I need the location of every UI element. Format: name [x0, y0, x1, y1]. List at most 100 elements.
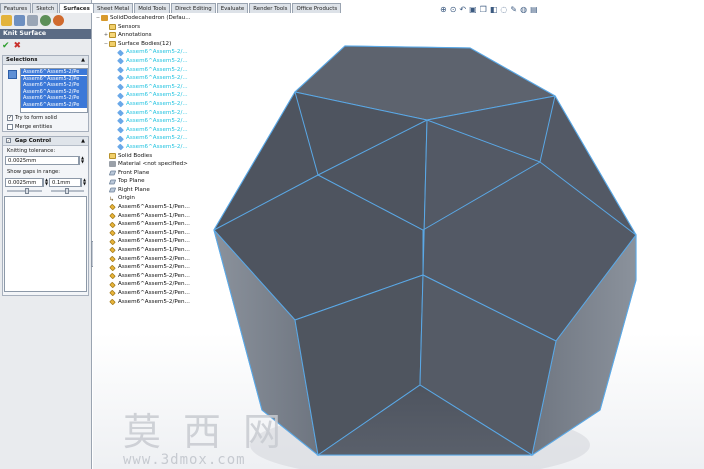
surface-body-icon	[117, 109, 124, 117]
property-manager-panel: Features Sketch Surfaces Knit Surface ✔ ✖ …	[0, 0, 95, 469]
tree-item[interactable]: − Surface Bodies(12)	[95, 40, 215, 49]
tree-item[interactable]: Top Plane	[95, 177, 215, 186]
collapse-icon[interactable]: ▲	[81, 56, 85, 65]
knitting-tolerance-input[interactable]: 0.0025mm	[5, 156, 79, 165]
tree-item[interactable]: ↳ Origin	[95, 194, 215, 203]
configuration-manager-icon[interactable]	[27, 15, 38, 26]
annotations-icon	[109, 32, 116, 39]
tree-item[interactable]: Assem6^Assem5-2/...	[95, 134, 215, 143]
imported-feature-icon	[109, 255, 116, 263]
section-view-icon[interactable]: ▣	[469, 4, 477, 15]
tree-item[interactable]: Assem6^Assem5-1/Pen...	[95, 246, 215, 255]
tab-features[interactable]: Features	[0, 3, 32, 13]
gap-min-slider-thumb[interactable]	[25, 188, 29, 194]
ok-button[interactable]: ✔	[2, 41, 10, 51]
tree-item[interactable]: Assem6^Assem5-2/...	[95, 126, 215, 135]
tree-item[interactable]: Assem6^Assem5-1/Pen...	[95, 212, 215, 221]
gap-control-header[interactable]: ✓ Gap Control ▲	[3, 137, 88, 146]
tree-item[interactable]: Sensors	[95, 23, 215, 32]
gap-max-spinner[interactable]: ▲ ▼	[81, 178, 87, 187]
scene-icon[interactable]: ◍	[520, 4, 527, 15]
merge-entities-checkbox[interactable]	[7, 124, 13, 130]
tree-item[interactable]: Assem6^Assem5-1/Pen...	[95, 220, 215, 229]
selections-list[interactable]: Assem6^Assem5-2/Pe Assem6^Assem5-2/Pe Asse…	[20, 68, 88, 113]
gaps-list[interactable]	[4, 196, 87, 292]
tree-item[interactable]: Assem6^Assem5-2/Pen...	[95, 289, 215, 298]
tree-item[interactable]: Solid Bodies	[95, 152, 215, 161]
tree-item[interactable]: Assem6^Assem5-2/...	[95, 91, 215, 100]
tab-surfaces[interactable]: Surfaces	[59, 3, 94, 13]
view-settings-icon[interactable]: ▤	[530, 4, 538, 15]
dimxpert-manager-icon[interactable]	[40, 15, 51, 26]
tree-item-label: Surface Bodies(12)	[118, 40, 172, 47]
selection-item[interactable]: Assem6^Assem5-2/Pe	[21, 88, 87, 96]
previous-view-icon[interactable]: ↶	[459, 4, 466, 15]
zoom-to-fit-icon[interactable]: ⊕	[440, 4, 447, 15]
selection-item[interactable]: Assem6^Assem5-2/Pe	[21, 101, 87, 109]
display-manager-icon[interactable]	[53, 15, 64, 26]
tree-item[interactable]: Assem6^Assem5-2/Pen...	[95, 272, 215, 281]
surface-body-icon	[117, 126, 124, 134]
selection-item[interactable]: Assem6^Assem5-2/Pe	[21, 95, 87, 102]
tree-item[interactable]: Front Plane	[95, 169, 215, 178]
tree-item[interactable]: + Annotations	[95, 31, 215, 40]
hide-show-icon[interactable]: ◌	[500, 4, 507, 15]
tree-item-label: Assem6^Assem5-2/...	[126, 66, 188, 73]
zoom-area-icon[interactable]: ⊙	[450, 4, 457, 15]
try-form-solid-checkbox[interactable]: ✓	[7, 115, 13, 121]
gap-control-checkbox[interactable]: ✓	[6, 138, 11, 143]
tree-item[interactable]: Assem6^Assem5-2/...	[95, 83, 215, 92]
part-icon	[101, 15, 108, 22]
merge-entities-row[interactable]: Merge entities	[7, 123, 52, 131]
tab-sketch[interactable]: Sketch	[32, 3, 59, 13]
display-style-icon[interactable]: ◧	[490, 4, 498, 15]
tree-item[interactable]: Material <not specified>	[95, 160, 215, 169]
tree-item[interactable]: Assem6^Assem5-2/Pen...	[95, 298, 215, 307]
command-manager-tabs-left: Features Sketch Surfaces	[0, 3, 95, 13]
tree-item[interactable]: Assem6^Assem5-2/...	[95, 74, 215, 83]
tree-item[interactable]: Assem6^Assem5-2/...	[95, 100, 215, 109]
selections-header[interactable]: Selections ▲	[3, 56, 88, 65]
tab-direct-editing[interactable]: Direct Editing	[171, 3, 216, 13]
knitting-tolerance-label: Knitting tolerance:	[7, 148, 56, 154]
tree-item[interactable]: Assem6^Assem5-1/Pen...	[95, 237, 215, 246]
tree-item[interactable]: Assem6^Assem5-1/Pen...	[95, 229, 215, 238]
tab-office-products[interactable]: Office Products	[292, 3, 342, 13]
tree-item[interactable]: Assem6^Assem5-2/...	[95, 117, 215, 126]
tree-item[interactable]: Assem6^Assem5-2/Pen...	[95, 263, 215, 272]
gap-max-slider-thumb[interactable]	[65, 188, 69, 194]
surface-body-icon	[117, 143, 124, 151]
selection-item[interactable]: Assem6^Assem5-2/Pe	[21, 82, 87, 89]
cancel-button[interactable]: ✖	[14, 41, 22, 51]
knitting-tolerance-spinner[interactable]: ▲ ▼	[79, 156, 85, 165]
tree-root[interactable]: − SolidDodecahedron (Defau...	[95, 14, 215, 23]
tree-item-label: Front Plane	[118, 169, 150, 176]
tree-item[interactable]: Assem6^Assem5-2/...	[95, 66, 215, 75]
tab-mold-tools[interactable]: Mold Tools	[134, 3, 171, 13]
tree-item[interactable]: Assem6^Assem5-2/...	[95, 57, 215, 66]
tree-item[interactable]: Right Plane	[95, 186, 215, 195]
surface-body-icon	[117, 57, 124, 65]
tree-item[interactable]: Assem6^Assem5-2/...	[95, 143, 215, 152]
property-manager-icon[interactable]	[14, 15, 25, 26]
tree-item-label: Top Plane	[118, 178, 145, 185]
tree-item[interactable]: Assem6^Assem5-2/...	[95, 48, 215, 57]
try-form-solid-row[interactable]: ✓ Try to form solid	[7, 114, 57, 122]
tree-item-label: Assem6^Assem5-2/...	[126, 109, 188, 116]
tab-evaluate[interactable]: Evaluate	[216, 3, 249, 13]
tree-item[interactable]: Assem6^Assem5-1/Pen...	[95, 203, 215, 212]
selection-item[interactable]: Assem6^Assem5-2/Pe	[21, 69, 87, 76]
tree-item[interactable]: Assem6^Assem5-2/Pen...	[95, 255, 215, 264]
tab-sheet-metal[interactable]: Sheet Metal	[93, 3, 134, 13]
gap-max-input[interactable]: 0.1mm	[49, 178, 81, 187]
gap-min-input[interactable]: 0.0025mm	[5, 178, 43, 187]
edit-appearance-icon[interactable]: ✎	[510, 4, 517, 15]
tree-item-label: Assem6^Assem5-2/...	[126, 118, 188, 125]
tree-item[interactable]: Assem6^Assem5-2/Pen...	[95, 280, 215, 289]
tab-render-tools[interactable]: Render Tools	[249, 3, 292, 13]
view-orientation-icon[interactable]: ❒	[480, 4, 487, 15]
feature-manager-icon[interactable]	[1, 15, 12, 26]
collapse-icon[interactable]: ▲	[81, 137, 85, 146]
tree-item[interactable]: Assem6^Assem5-2/...	[95, 109, 215, 118]
selection-item[interactable]: Assem6^Assem5-2/Pe	[21, 75, 87, 82]
